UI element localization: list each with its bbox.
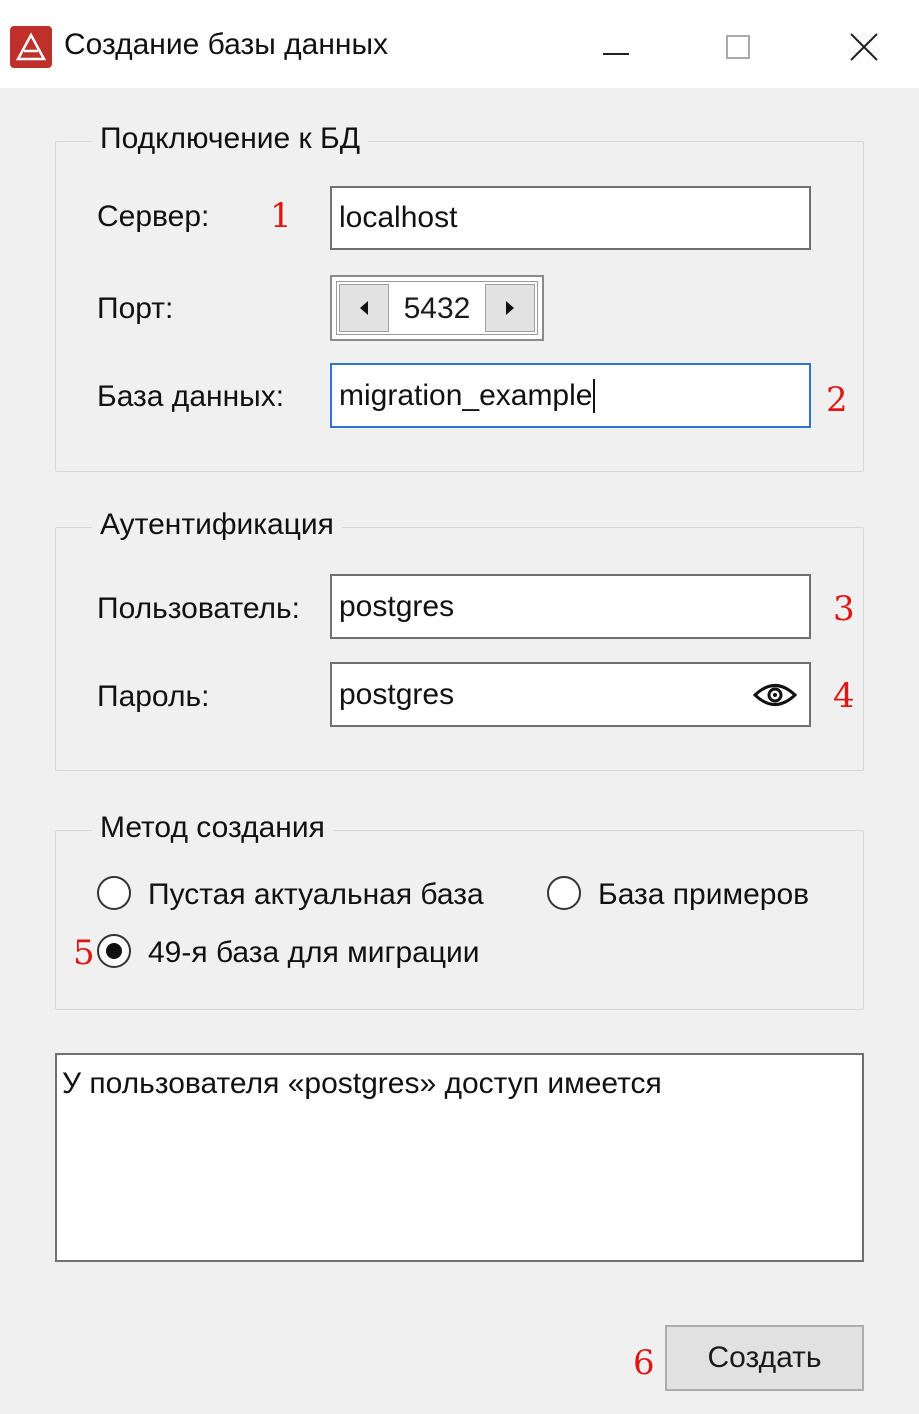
radio-label: База примеров bbox=[598, 878, 810, 911]
user-input[interactable]: postgres bbox=[330, 574, 811, 639]
status-text: У пользователя «postgres» доступ имеется bbox=[62, 1067, 662, 1100]
radio-button[interactable] bbox=[97, 876, 131, 910]
port-stepper[interactable]: 5432 bbox=[330, 275, 544, 341]
port-value: 5432 bbox=[403, 292, 471, 325]
marker-6: 6 bbox=[633, 1343, 655, 1383]
method-legend: Метод создания bbox=[92, 811, 333, 845]
close-icon bbox=[850, 33, 878, 61]
auth-group: Аутентификация bbox=[55, 508, 864, 771]
database-value: migration_example bbox=[339, 378, 593, 412]
caret-right-icon bbox=[506, 301, 514, 315]
radio-button[interactable] bbox=[547, 876, 581, 910]
password-value: postgres bbox=[339, 677, 455, 711]
server-input[interactable]: localhost bbox=[330, 186, 811, 250]
status-output: У пользователя «postgres» доступ имеется bbox=[55, 1053, 864, 1262]
marker-4: 4 bbox=[833, 676, 855, 716]
maximize-icon bbox=[726, 35, 750, 59]
password-label: Пароль: bbox=[97, 680, 210, 713]
create-button[interactable]: Создать bbox=[665, 1325, 864, 1391]
radio-label: 49-я база для миграции bbox=[148, 936, 480, 969]
connection-legend: Подключение к БД bbox=[92, 122, 369, 156]
radio-button-checked[interactable] bbox=[97, 934, 131, 968]
server-value: localhost bbox=[339, 201, 458, 234]
app-logo-icon bbox=[10, 26, 52, 68]
password-input[interactable]: postgres bbox=[330, 662, 811, 727]
port-decrement-button[interactable] bbox=[339, 284, 389, 332]
marker-5: 5 bbox=[73, 933, 95, 973]
text-caret bbox=[593, 378, 596, 413]
radio-option-migration[interactable]: 49-я база для миграции bbox=[95, 932, 515, 974]
caret-left-icon bbox=[360, 301, 368, 315]
port-increment-button[interactable] bbox=[485, 284, 535, 332]
maximize-button[interactable] bbox=[708, 22, 768, 72]
marker-3: 3 bbox=[833, 589, 855, 629]
database-input[interactable]: migration_example bbox=[330, 363, 811, 428]
close-button[interactable] bbox=[834, 22, 894, 72]
method-group: Метод создания bbox=[55, 811, 864, 1010]
marker-1: 1 bbox=[270, 196, 292, 236]
window-title: Создание базы данных bbox=[64, 28, 389, 61]
show-password-button[interactable] bbox=[753, 678, 797, 712]
user-value: postgres bbox=[339, 589, 455, 623]
radio-option-examples[interactable]: База примеров bbox=[545, 874, 845, 916]
radio-label: Пустая актуальная база bbox=[148, 878, 484, 911]
user-label: Пользователь: bbox=[97, 592, 301, 625]
radio-option-empty[interactable]: Пустая актуальная база bbox=[95, 874, 505, 916]
database-label: База данных: bbox=[97, 380, 285, 413]
minimize-icon bbox=[603, 53, 629, 55]
marker-2: 2 bbox=[826, 380, 848, 420]
server-label: Сервер: bbox=[97, 200, 210, 233]
auth-legend: Аутентификация bbox=[92, 508, 342, 542]
port-label: Порт: bbox=[97, 292, 174, 325]
minimize-button[interactable] bbox=[586, 22, 646, 72]
eye-icon bbox=[753, 684, 797, 706]
title-bar: Создание базы данных bbox=[0, 0, 919, 88]
